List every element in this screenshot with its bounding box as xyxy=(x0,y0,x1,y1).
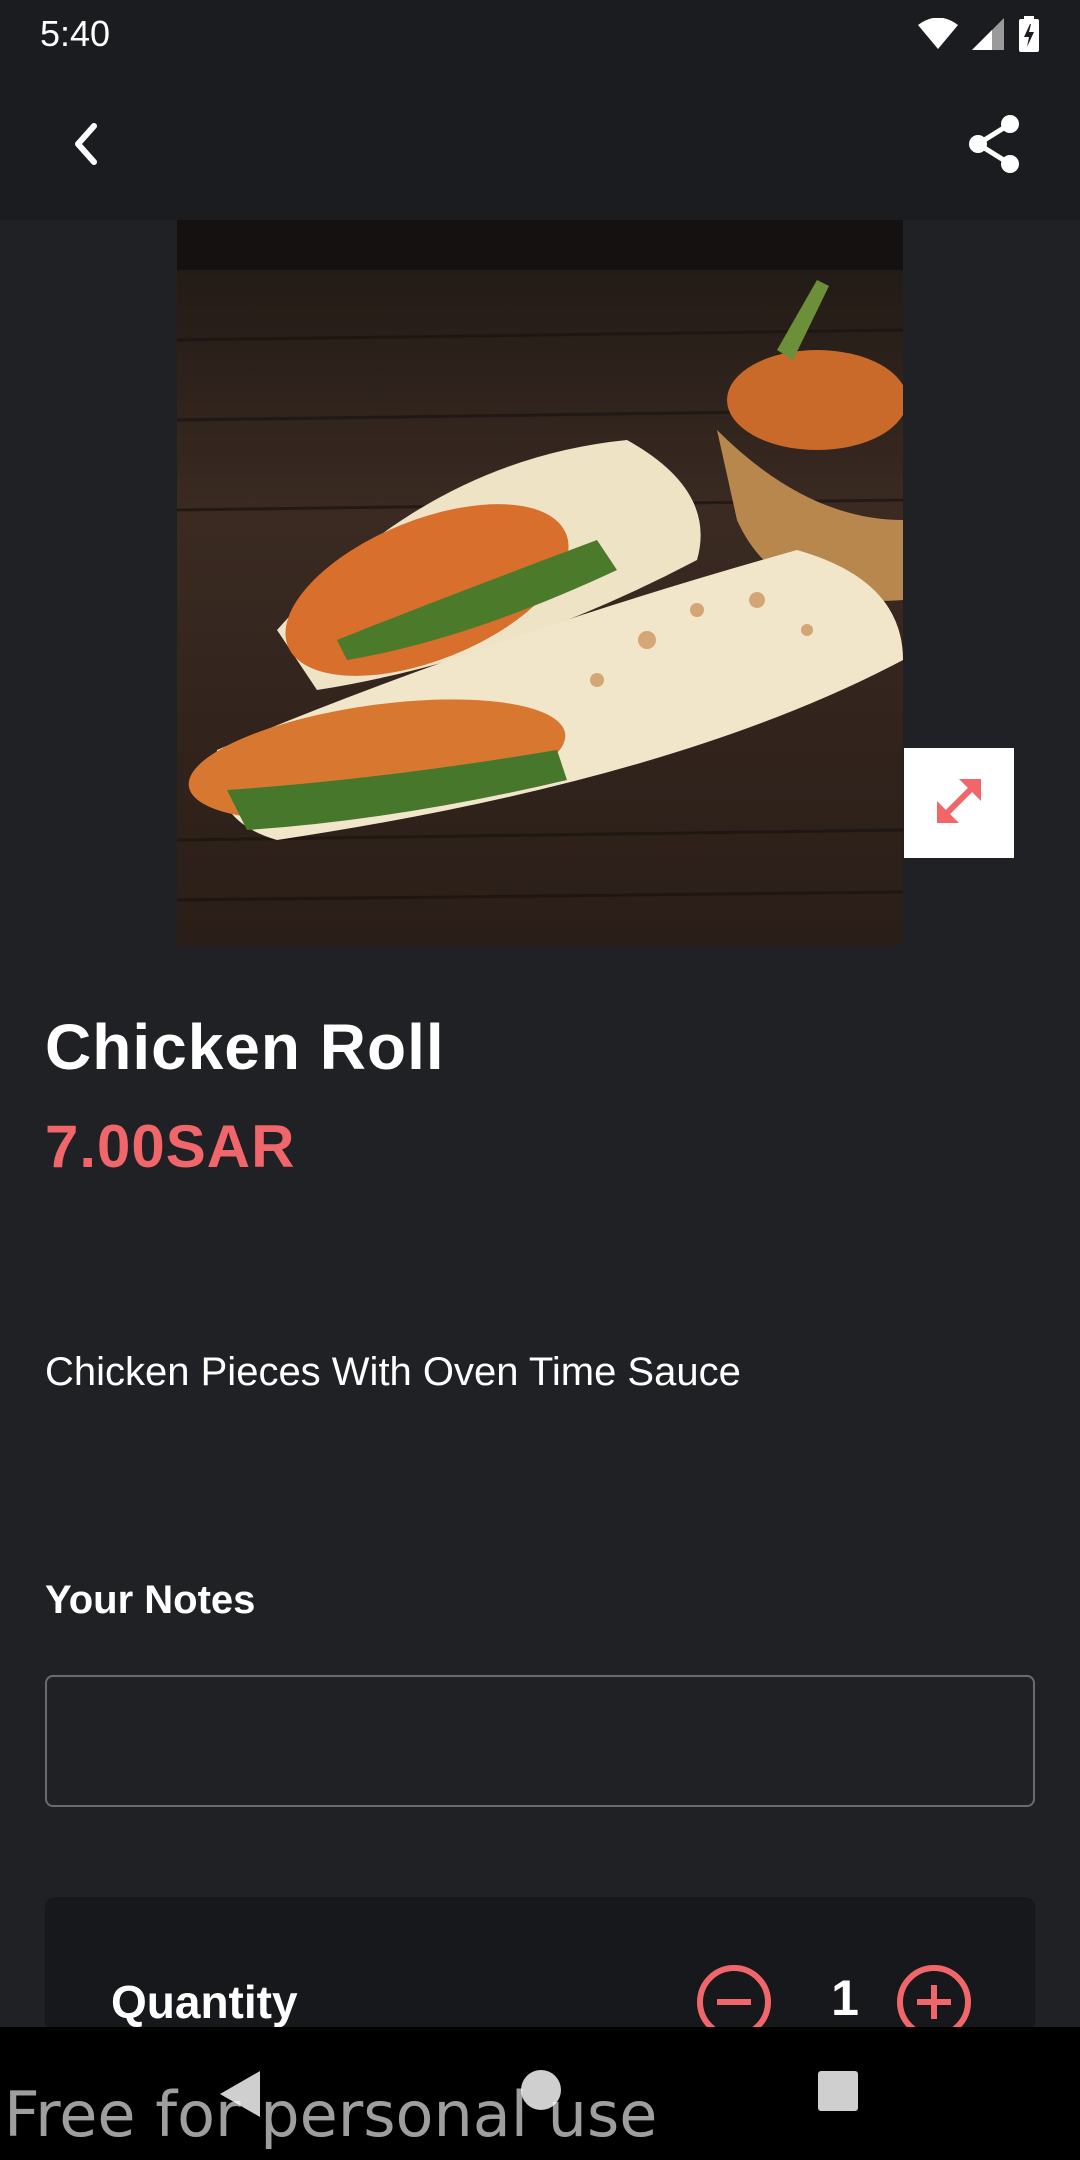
quantity-value: 1 xyxy=(831,1970,859,2026)
nav-home-circle-icon[interactable] xyxy=(520,2069,562,2116)
expand-image-button[interactable] xyxy=(904,748,1014,858)
product-price: 7.00SAR xyxy=(45,1113,296,1180)
product-name: Chicken Roll xyxy=(45,1011,445,1083)
notes-label: Your Notes xyxy=(45,1578,256,1622)
back-button[interactable] xyxy=(50,110,122,182)
share-icon xyxy=(966,114,1022,179)
status-icons xyxy=(918,16,1040,52)
share-button[interactable] xyxy=(958,110,1030,182)
nav-back-triangle-icon[interactable] xyxy=(218,2069,262,2124)
cellular-signal-icon xyxy=(972,18,1004,50)
chevron-left-icon xyxy=(68,120,104,173)
notes-input[interactable] xyxy=(45,1675,1035,1807)
status-time: 5:40 xyxy=(40,13,111,54)
nav-recents-square-icon[interactable] xyxy=(818,2071,858,2116)
quantity-card: Quantity 1 xyxy=(45,1897,1035,2039)
expand-arrows-icon xyxy=(929,771,989,836)
product-image[interactable] xyxy=(177,220,903,946)
system-nav-bar xyxy=(0,2027,1080,2160)
battery-charging-icon xyxy=(1018,16,1040,52)
status-bar: 5:40 xyxy=(0,0,1080,68)
product-description: Chicken Pieces With Oven Time Sauce xyxy=(45,1350,741,1394)
wifi-icon xyxy=(918,18,958,50)
app-bar xyxy=(0,68,1080,220)
quantity-label: Quantity xyxy=(111,1976,298,2028)
